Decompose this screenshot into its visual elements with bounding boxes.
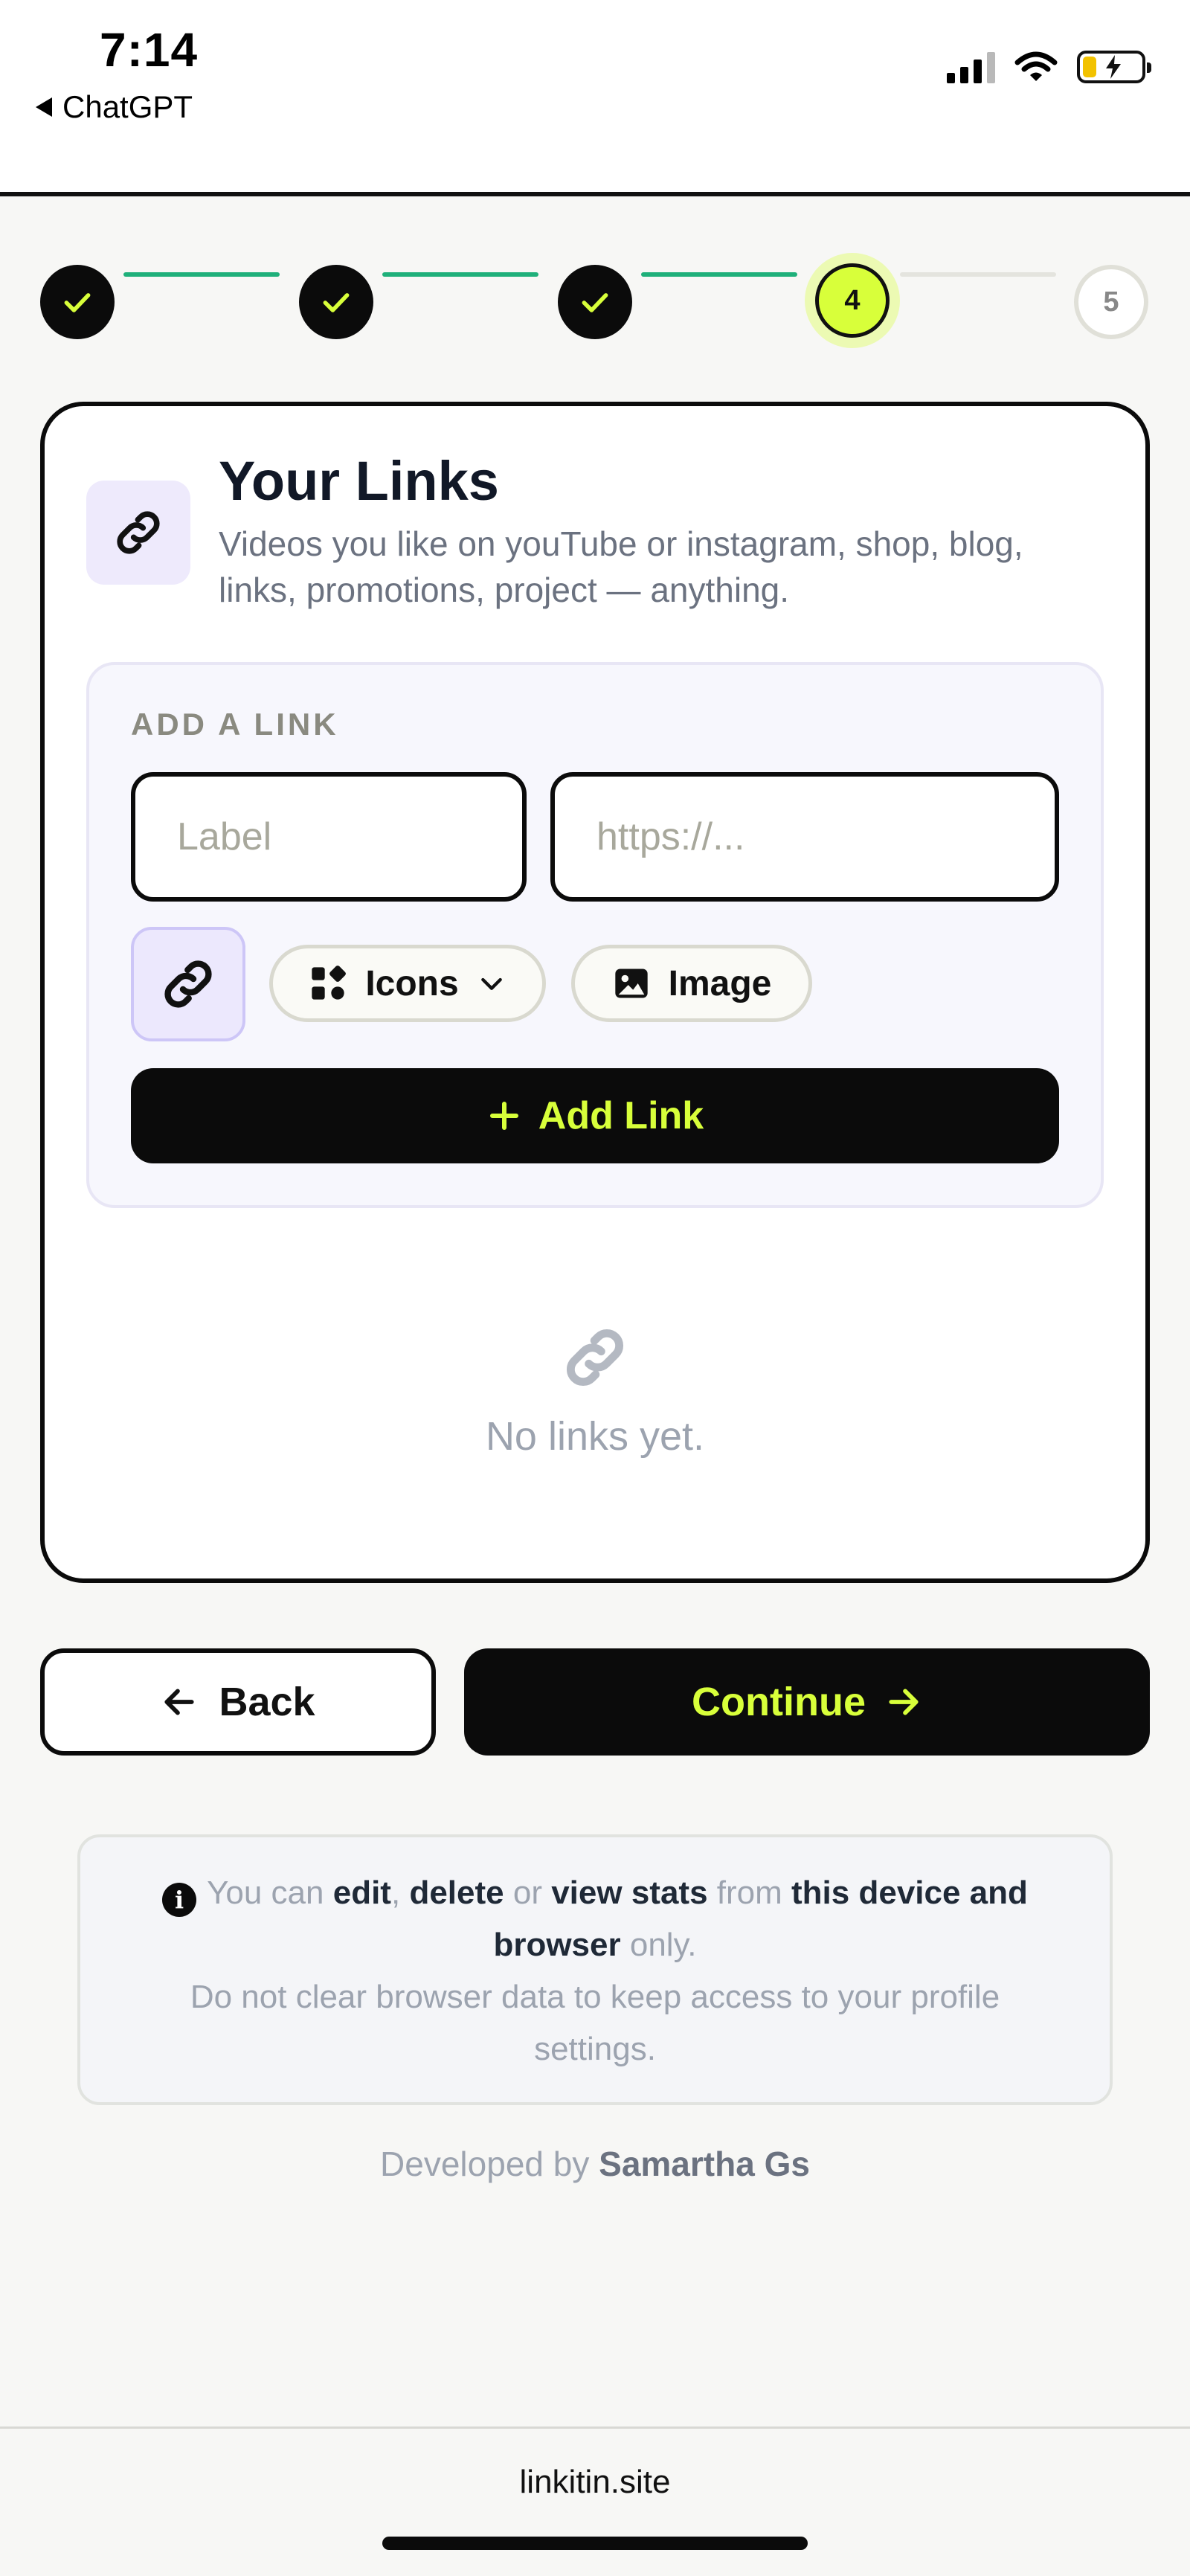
back-app-label: ChatGPT [62,89,193,124]
battery-level [1083,57,1096,77]
empty-link-icon [550,1317,640,1398]
chevron-down-icon [480,977,502,990]
info-from: from [716,1875,782,1911]
link-icon-glyph [117,511,160,554]
info-view-stats: view stats [551,1875,708,1911]
step-2-complete [299,265,373,339]
add-link-heading: ADD A LINK [131,707,339,742]
info-only: only. [629,1927,697,1963]
step-connector [123,272,280,277]
back-to-app-button[interactable]: ChatGPT [36,89,193,125]
info-text: You can [207,1875,324,1911]
icons-grid-icon [312,966,347,1000]
step-connector [382,272,538,277]
info-or: or [512,1875,542,1911]
back-triangle-icon [36,97,52,117]
info-icon: i [162,1883,197,1917]
info-delete: delete [409,1875,504,1911]
browser-url-bar [0,2426,1190,2576]
link-icon [86,481,190,585]
status-icons [947,51,1151,83]
step-connector [641,272,797,277]
check-icon [323,293,350,312]
browser-url[interactable]: linkitin.site [0,2464,1190,2501]
developer-name[interactable]: Samartha Gs [599,2145,810,2183]
icons-label: Icons [365,963,459,1003]
check-icon [64,293,91,312]
home-indicator[interactable] [382,2537,808,2550]
continue-button[interactable]: Continue [464,1648,1150,1756]
plus-icon [489,1102,518,1130]
link-icon [164,960,212,1008]
check-icon [582,293,608,312]
back-label: Back [219,1680,315,1724]
card-description: Videos you like on youTube or instagram,… [219,524,1023,609]
icons-dropdown-button[interactable]: Icons [269,945,546,1022]
info-line-1: i You can edit, delete or view stats from… [125,1867,1065,1971]
info-edit: edit [332,1875,391,1911]
developer-credit: Developed by Samartha Gs [0,2144,1190,2184]
image-button[interactable]: Image [571,945,812,1022]
info-comma: , [390,1875,401,1911]
add-link-label: Add Link [538,1094,704,1137]
link-url-input[interactable] [550,772,1059,902]
step-connector [900,272,1056,277]
image-icon [614,969,648,998]
add-link-button[interactable]: Add Link [131,1068,1059,1163]
cellular-signal-icon [947,51,995,83]
step-1-complete [40,265,115,339]
battery-icon [1077,51,1151,83]
developed-by-text: Developed by [380,2145,590,2183]
wifi-icon [1014,51,1058,81]
arrow-right-icon [889,1689,919,1715]
back-button[interactable]: Back [40,1648,436,1756]
info-line-2: Do not clear browser data to keep access… [190,1979,1000,2067]
empty-state-text: No links yet. [485,1414,705,1459]
continue-label: Continue [692,1680,866,1724]
step-3-complete [558,265,632,339]
link-label-input[interactable] [131,772,527,902]
link-type-toggle[interactable] [131,927,245,1041]
step-5-pending: 5 [1074,265,1148,339]
arrow-left-icon [164,1689,195,1715]
info-notice: i You can edit, delete or view stats from… [77,1834,1113,2105]
image-label: Image [668,963,772,1003]
card-title: Your Links [219,450,499,512]
status-time: 7:14 [100,23,199,77]
step-4-current: 4 [815,263,890,338]
